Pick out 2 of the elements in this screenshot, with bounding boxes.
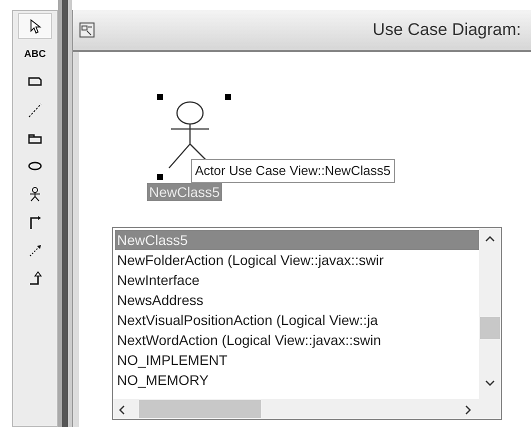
tooltip: Actor Use Case View::NewClass5	[191, 159, 395, 183]
window-title: Use Case Diagram:	[372, 19, 522, 42]
